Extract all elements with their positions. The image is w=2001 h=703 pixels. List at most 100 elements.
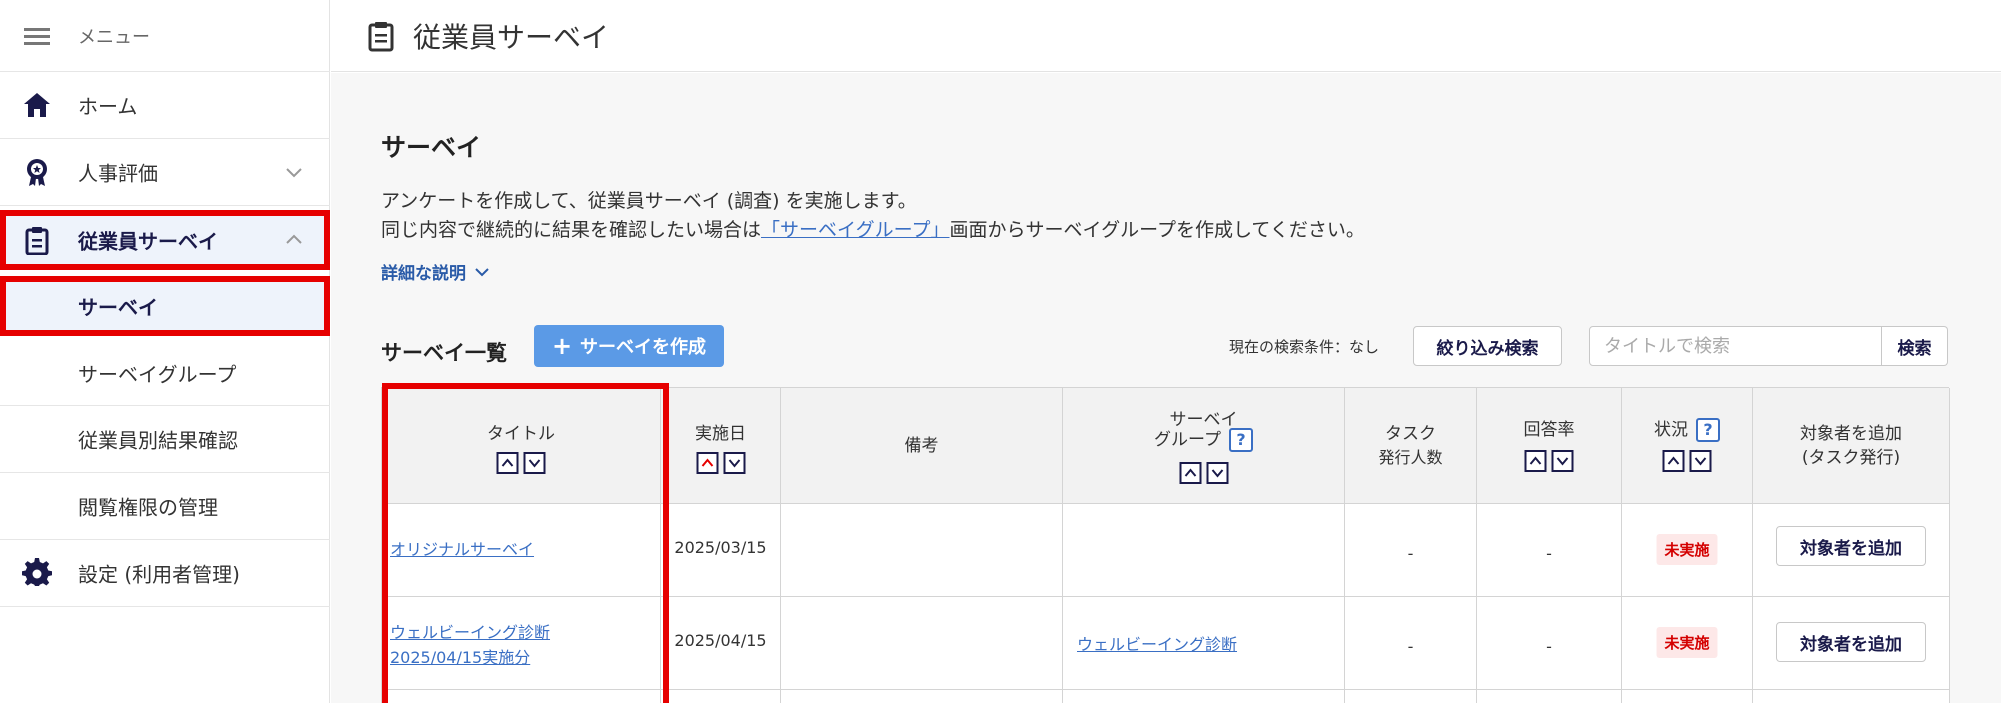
table-cell-group — [1063, 504, 1345, 597]
table-row-partial — [1622, 690, 1753, 703]
table-cell-status: 未実施 — [1622, 597, 1753, 690]
chevron-up-icon — [501, 458, 514, 467]
sort-desc-button[interactable] — [1689, 450, 1712, 472]
rate-value: - — [1546, 544, 1552, 563]
chevron-up-icon — [1184, 468, 1196, 477]
survey-group-link[interactable]: ウェルビーイング診断 — [1077, 631, 1237, 655]
column-header-label: 回答率 — [1523, 420, 1575, 440]
column-header-group: サーベイ グループ? — [1063, 388, 1345, 504]
table-row-partial — [382, 690, 661, 703]
sort-desc-button[interactable] — [523, 452, 546, 474]
table-row-partial — [1477, 690, 1622, 703]
detail-toggle[interactable]: 詳細な説明 — [381, 259, 490, 284]
description-line: アンケートを作成して、従業員サーベイ (調査) を実施します。 — [381, 190, 917, 212]
help-icon[interactable]: ? — [1696, 418, 1720, 442]
search-button[interactable]: 検索 — [1882, 326, 1948, 366]
main-content: サーベイ アンケートを作成して、従業員サーベイ (調査) を実施します。 同じ内… — [331, 73, 2001, 703]
sort-controls — [496, 452, 546, 474]
column-header-label: タスク — [1385, 424, 1436, 444]
section-title: サーベイ — [381, 133, 482, 162]
clipboard-icon — [25, 226, 49, 255]
column-header-rate: 回答率 — [1477, 388, 1622, 504]
chevron-down-icon — [728, 459, 740, 468]
description-text: 同じ内容で継続的に結果を確認したい場合は — [381, 219, 762, 241]
column-header-label: 実施日 — [695, 424, 746, 444]
chevron-down-icon[interactable] — [284, 162, 304, 182]
home-icon — [24, 93, 50, 117]
date-value: 2025/04/15 — [674, 631, 767, 650]
create-survey-label: サーベイを作成 — [580, 337, 707, 358]
sort-asc-button[interactable] — [1524, 450, 1547, 472]
chevron-up-icon[interactable] — [284, 230, 304, 250]
sort-asc-button[interactable] — [1662, 450, 1685, 472]
sidebar-item-label: 人事評価 — [78, 161, 158, 186]
award-icon — [27, 159, 47, 186]
sidebar-item-label: 従業員別結果確認 — [78, 428, 238, 453]
sort-desc-button[interactable] — [1551, 450, 1574, 472]
chevron-down-icon — [1556, 457, 1569, 466]
sort-desc-button[interactable] — [1206, 462, 1228, 484]
table-cell-rate: - — [1477, 504, 1622, 597]
task-value: - — [1407, 544, 1414, 563]
sidebar-subitem-survey[interactable]: サーベイ — [0, 276, 330, 336]
sidebar-item-label: ホーム — [78, 94, 138, 119]
create-survey-button[interactable]: + サーベイを作成 — [534, 325, 724, 367]
search-input[interactable] — [1589, 326, 1882, 366]
table-cell-add: 対象者を追加 — [1753, 597, 1950, 690]
column-header-label: (タスク発行) — [1801, 448, 1901, 468]
sidebar-subitem-permissions[interactable]: 閲覧権限の管理 — [0, 473, 330, 540]
sidebar-item-evaluation[interactable]: 人事評価 — [0, 139, 330, 206]
chevron-up-icon — [701, 458, 713, 467]
column-header-date: 実施日 — [661, 388, 781, 504]
menu-toggle[interactable]: メニュー — [0, 0, 330, 72]
sort-controls — [696, 452, 745, 474]
add-target-button[interactable]: 対象者を追加 — [1776, 526, 1926, 566]
hamburger-icon[interactable] — [22, 21, 52, 51]
table-cell-status: 未実施 — [1622, 504, 1753, 597]
table-cell-title: ウェルビーイング診断 2025/04/15実施分 — [382, 597, 661, 690]
column-header-label: 対象者を追加 — [1800, 424, 1902, 444]
sidebar-subitem-employee-results[interactable]: 従業員別結果確認 — [0, 406, 330, 473]
survey-title-link[interactable]: オリジナルサーベイ — [390, 536, 534, 560]
column-header-label-line2: グループ? — [1063, 428, 1344, 452]
sidebar-subitem-survey-group[interactable]: サーベイグループ — [0, 340, 330, 406]
gear-icon — [22, 558, 52, 586]
table-cell-date: 2025/04/15 — [661, 597, 781, 690]
menu-label: メニュー — [78, 26, 150, 48]
table-cell-note — [781, 597, 1063, 690]
sidebar-item-employee-survey[interactable]: 従業員サーベイ — [0, 210, 330, 270]
table-cell-add: 対象者を追加 — [1753, 504, 1950, 597]
column-header-label: 備考 — [904, 436, 939, 456]
table-cell-task: - — [1345, 504, 1477, 597]
sidebar-item-label: 設定 (利用者管理) — [78, 562, 240, 587]
rate-value: - — [1546, 637, 1552, 656]
help-icon[interactable]: ? — [1228, 428, 1253, 452]
sidebar-item-label: 閲覧権限の管理 — [78, 495, 218, 520]
status-badge: 未実施 — [1656, 627, 1718, 658]
sidebar-item-label: 従業員サーベイ — [78, 229, 218, 253]
column-header-status: 状況? — [1622, 388, 1753, 504]
sidebar-item-label: サーベイグループ — [78, 362, 237, 386]
chevron-down-icon — [1211, 469, 1223, 478]
table-row-partial — [1063, 690, 1345, 703]
survey-group-link[interactable]: 「サーベイグループ」 — [761, 219, 949, 241]
survey-title-link[interactable]: ウェルビーイング診断 — [390, 619, 550, 643]
table-cell-group: ウェルビーイング診断 — [1063, 597, 1345, 690]
sidebar-item-label: サーベイ — [78, 295, 158, 319]
survey-title-link-line2[interactable]: 2025/04/15実施分 — [390, 644, 530, 668]
add-target-button[interactable]: 対象者を追加 — [1776, 622, 1926, 662]
table-row-partial — [1753, 690, 1950, 703]
sort-asc-button[interactable] — [696, 452, 718, 474]
date-value: 2025/03/15 — [674, 538, 767, 557]
sort-asc-button[interactable] — [1179, 462, 1201, 484]
search-condition: 現在の検索条件：なし — [1229, 338, 1380, 356]
sort-controls — [1179, 462, 1228, 484]
sidebar-item-settings[interactable]: 設定 (利用者管理) — [0, 540, 330, 607]
sort-asc-button[interactable] — [496, 452, 519, 474]
filter-search-button[interactable]: 絞り込み検索 — [1413, 326, 1562, 366]
column-header-add: 対象者を追加 (タスク発行) — [1753, 388, 1950, 504]
sort-desc-button[interactable] — [723, 452, 745, 474]
table-row-partial — [661, 690, 781, 703]
task-value: - — [1407, 637, 1414, 656]
sidebar-item-home[interactable]: ホーム — [0, 72, 330, 139]
